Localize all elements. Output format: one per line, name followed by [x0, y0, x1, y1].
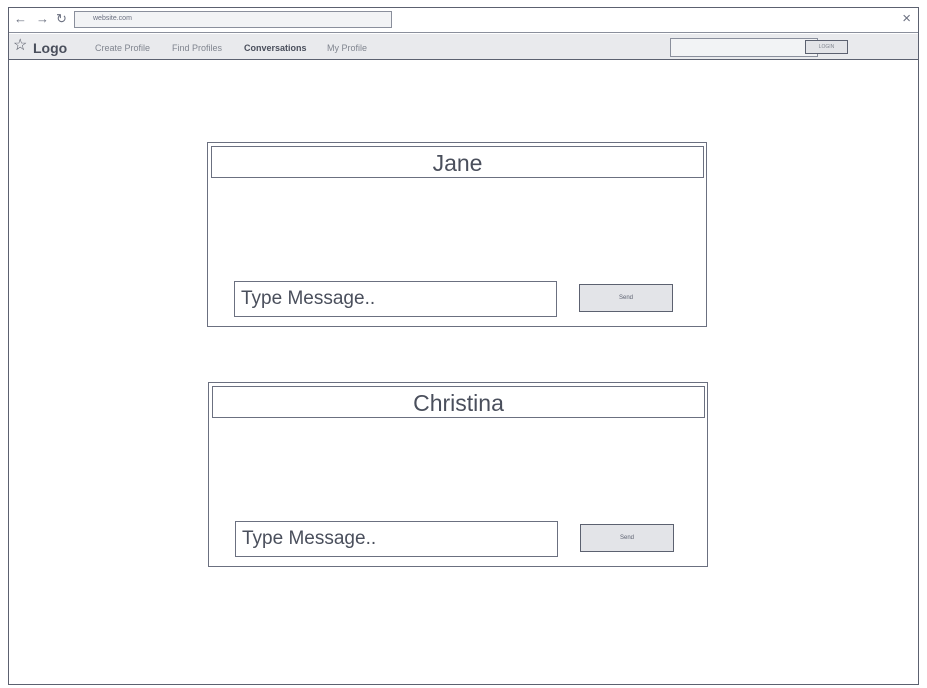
- reload-icon[interactable]: ↻: [56, 12, 67, 26]
- logo[interactable]: Logo: [33, 40, 67, 56]
- conversation-title: Christina: [212, 386, 705, 418]
- browser-window: ← → ↻ website.com × ☆ Logo Create Profil…: [8, 7, 919, 685]
- conversation-card-christina: Christina Send: [208, 382, 708, 567]
- send-button[interactable]: Send: [579, 284, 673, 312]
- browser-toolbar: ← → ↻ website.com ×: [9, 8, 918, 33]
- conversation-title: Jane: [211, 146, 704, 178]
- message-input[interactable]: [234, 281, 557, 317]
- login-button[interactable]: LOGIN: [805, 40, 848, 54]
- address-bar[interactable]: website.com: [74, 11, 392, 28]
- nav-link-create-profile[interactable]: Create Profile: [95, 43, 150, 53]
- site-navbar: ☆ Logo Create Profile Find Profiles Conv…: [9, 34, 918, 60]
- conversation-card-jane: Jane Send: [207, 142, 707, 327]
- address-bar-url: website.com: [93, 15, 132, 22]
- send-button[interactable]: Send: [580, 524, 674, 552]
- nav-link-find-profiles[interactable]: Find Profiles: [172, 43, 222, 53]
- back-arrow-icon[interactable]: ←: [14, 12, 27, 26]
- close-icon[interactable]: ×: [902, 11, 911, 27]
- message-input[interactable]: [235, 521, 558, 557]
- nav-link-my-profile[interactable]: My Profile: [327, 43, 367, 53]
- forward-arrow-icon[interactable]: →: [36, 12, 49, 26]
- navbar-search-input[interactable]: [670, 38, 818, 57]
- star-logo-icon: ☆: [13, 37, 28, 54]
- nav-link-conversations[interactable]: Conversations: [244, 43, 307, 53]
